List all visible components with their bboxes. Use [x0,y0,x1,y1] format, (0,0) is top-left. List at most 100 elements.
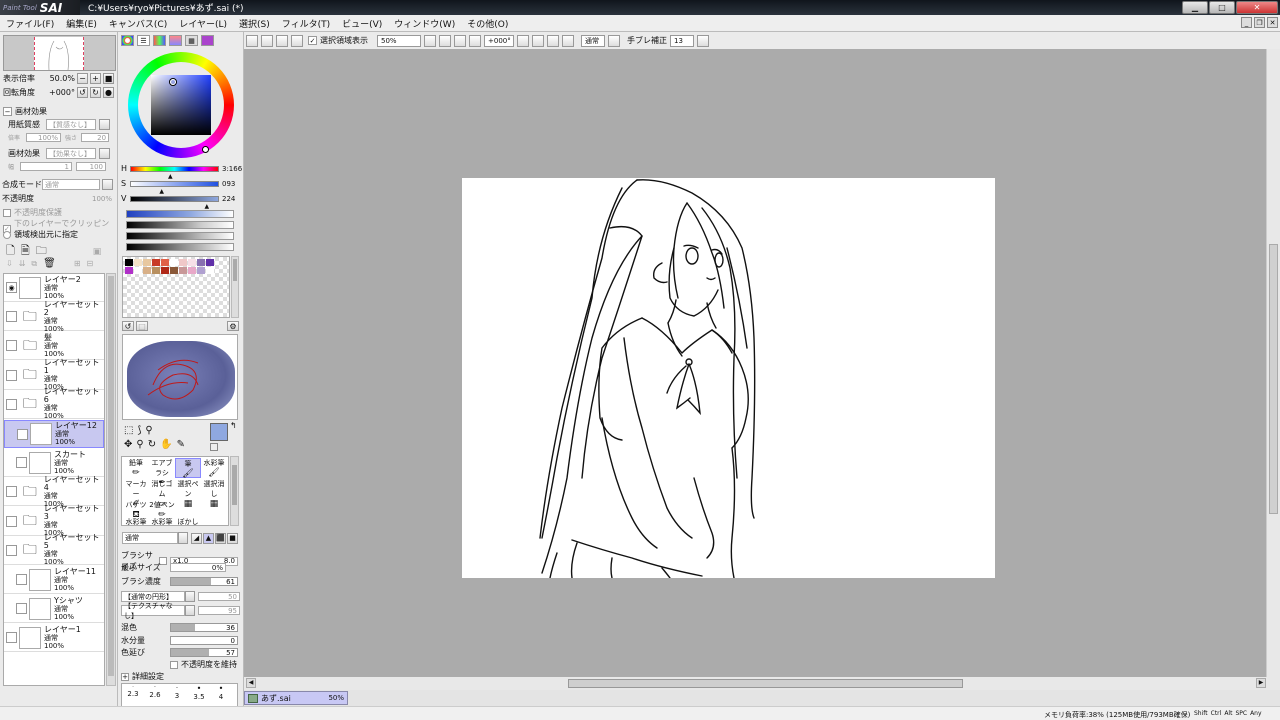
layer-row[interactable]: 🗀 レイヤーセット1 通常 100% [4,359,104,391]
zoom-out-button[interactable]: − [77,73,88,84]
swatch-scrollbar[interactable] [231,256,239,318]
color-swatch[interactable] [197,259,205,266]
rotate-left-toolbar-button[interactable] [532,34,544,47]
color-swatch[interactable] [125,267,133,274]
delete-layer-icon[interactable]: 🗑 [43,258,56,269]
zoom-reset-button[interactable]: ■ [103,73,114,84]
zoom-select[interactable]: 50% [377,34,421,47]
scroll-left-icon[interactable]: ◀ [246,678,256,688]
tool-watercolor-2[interactable]: 水彩筆 [123,517,149,526]
vertical-scrollbar[interactable] [1266,49,1280,677]
color-swatch[interactable] [125,259,133,266]
layer-row[interactable]: スカート 通常 100% [4,449,104,478]
color-wheel-tab-icon[interactable] [121,35,134,46]
rotate-reset-button[interactable]: ● [103,87,114,98]
magic-wand-icon[interactable]: ⚲ [145,425,152,436]
layer-row[interactable]: 🗀 レイヤーセット3 通常 100% [4,505,104,537]
visibility-toggle-icon[interactable] [6,398,17,410]
clear-layer-icon[interactable]: ⊟ [87,259,94,268]
color-swatch[interactable] [143,267,151,274]
scratch-settings-button[interactable]: ⚙ [227,321,239,331]
zoom-fit-button[interactable] [469,34,481,47]
layer-row[interactable]: 🗀 レイヤーセット6 通常 100% [4,388,104,420]
undo-button[interactable] [246,34,258,47]
menu-view[interactable]: ビュー(V) [336,17,388,30]
brush-mode-select[interactable]: 通常 [122,532,178,544]
canvas-paper[interactable] [462,178,995,578]
visibility-toggle-icon[interactable] [6,544,17,556]
layer-row[interactable]: レイヤー12 通常 100% [4,420,104,448]
canvas-area[interactable] [244,49,1266,677]
layer-list-scrollbar[interactable] [106,273,116,686]
rect-select-icon[interactable]: ⬚ [124,425,133,436]
horizontal-scrollbar[interactable]: ◀ ▶ [244,677,1280,690]
collapse-icon[interactable]: − [3,107,12,116]
doc-restore-button[interactable]: ❐ [1254,17,1265,28]
layer-row[interactable]: 🗀 レイヤーセット4 通常 100% [4,475,104,508]
color-swatch[interactable] [197,267,205,274]
stabilizer-select[interactable]: 13 [670,34,694,47]
effect-select[interactable]: 【効果なし】 [46,148,96,159]
angle-select[interactable]: +000° [484,34,514,47]
layer-row[interactable]: 🗀 レイヤーセット5 通常 100% [4,534,104,566]
layer-row[interactable]: ◉ レイヤー2 通常 100% [4,274,104,302]
texture-select[interactable]: 【質感なし】 [46,119,96,130]
texture-strength-field[interactable]: 95 [198,606,240,615]
color-swatch[interactable] [206,267,214,274]
color-swatch[interactable] [188,267,196,274]
size-preset[interactable]: · 2.3 [122,684,144,708]
zoom-in-button[interactable]: + [90,73,101,84]
angle-dropdown-button[interactable] [517,34,529,47]
menu-layer[interactable]: レイヤー(L) [173,17,233,30]
tool-marker[interactable]: マーカー ✐ [123,479,149,509]
size-preset[interactable]: • 4 [210,684,232,708]
layer-row[interactable]: レイヤー11 通常 100% [4,566,104,594]
color-swatch[interactable] [170,267,178,274]
doc-minimize-button[interactable]: _ [1241,17,1252,28]
document-tab[interactable]: あず.sai 50% [244,691,348,705]
color-wheel[interactable] [128,52,234,158]
s-slider[interactable]: ▲ [130,180,219,195]
layer-row[interactable]: 🗀 髪通常 100% [4,332,104,361]
rgb-slider-tab-icon[interactable]: ☰ [137,35,150,46]
color-swatch[interactable] [134,267,142,274]
size-preset[interactable]: · 2.6 [144,684,166,708]
visibility-toggle-icon[interactable] [16,574,27,585]
show-selection-checkbox[interactable]: ✓ [308,36,317,45]
scratch-save-button[interactable]: □ [136,321,148,331]
tool-pencil[interactable]: 鉛筆 ✏ [123,458,149,478]
rotate-reset-toolbar-button[interactable] [562,34,574,47]
navigator-preview[interactable] [3,35,116,71]
transfer-down-icon[interactable]: ⇩ [6,259,13,268]
doc-close-button[interactable]: ✕ [1267,17,1278,28]
width-field[interactable]: 1 [20,162,73,171]
copy-layer-icon[interactable]: ⧉ [31,259,37,269]
visibility-toggle-icon[interactable] [16,603,27,615]
brush-shape-dropdown-button[interactable] [185,591,195,602]
visibility-toggle-icon[interactable] [17,428,28,440]
zoom-in-toolbar-button[interactable] [454,34,466,47]
edge-square-icon[interactable]: ■ [227,532,238,544]
color-swatch[interactable] [152,259,160,266]
maximize-button[interactable]: □ [1209,1,1235,14]
scratch-tab-icon[interactable] [201,35,214,46]
effect-dropdown-button[interactable] [99,148,110,159]
detail-expand-icon[interactable]: + [121,672,129,681]
tool-brush[interactable]: 筆 🖌 [175,458,201,479]
water-slider[interactable]: 0 [170,636,238,645]
visibility-toggle-icon[interactable] [6,632,17,644]
brush-texture-dropdown-button[interactable] [185,605,195,616]
mixer-tab-icon[interactable] [169,35,182,46]
swatch-tab-icon[interactable]: ▦ [185,35,198,46]
visibility-toggle-icon[interactable]: ◉ [6,282,17,293]
size-preset[interactable]: • 3.5 [188,684,210,708]
density-slider[interactable]: 61 [170,577,238,586]
tool-blur[interactable]: ぼかし [175,517,201,526]
color-swatch[interactable] [161,259,169,266]
minimize-button[interactable]: ▁ [1182,1,1208,14]
color-swatch[interactable] [152,267,160,274]
edge-hard-icon[interactable]: ◢ [191,532,202,544]
blend-mode-select[interactable]: 通常 [42,179,100,190]
blend-dropdown-button[interactable] [102,179,113,190]
visibility-toggle-icon[interactable] [6,369,17,381]
